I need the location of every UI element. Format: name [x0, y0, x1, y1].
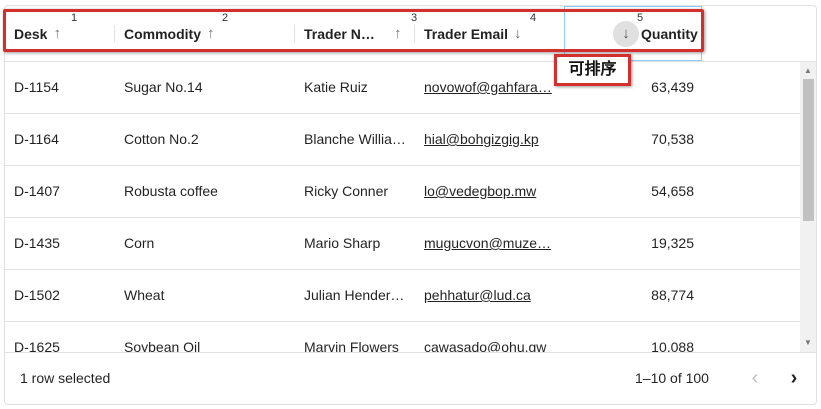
cell-desk: D-1435 — [14, 235, 60, 251]
sort-ascending-icon[interactable]: ↑ — [53, 25, 61, 42]
table-row[interactable]: D-1435 Corn Mario Sharp mugucvon@muze… 1… — [5, 218, 801, 270]
cell-quantity: 54,658 — [651, 183, 694, 199]
cell-commodity: Sugar No.14 — [124, 79, 203, 95]
column-title-trader-name: Trader Na… — [304, 25, 378, 42]
pagination-range: 1–10 of 100 — [635, 370, 709, 386]
column-index-desk: 1 — [71, 12, 78, 24]
cell-desk: D-1164 — [14, 131, 59, 147]
cell-trader-email[interactable]: lo@vedegbop.mw — [424, 166, 554, 217]
table-row[interactable]: D-1502 Wheat Julian Hender… pehhatur@lud… — [5, 270, 801, 322]
column-separator[interactable] — [414, 25, 415, 42]
scroll-down-icon[interactable]: ▼ — [800, 336, 816, 350]
column-title-desk: Desk — [14, 25, 48, 42]
cell-quantity: 70,538 — [651, 131, 694, 147]
column-header-trader-name[interactable]: Trader Na… ↑ 3 — [304, 6, 417, 61]
cell-trader-email[interactable]: mugucvon@muze… — [424, 218, 554, 269]
cell-quantity: 19,325 — [651, 235, 694, 251]
cell-commodity: Corn — [124, 235, 155, 251]
sortable-tooltip: 可排序 — [554, 54, 631, 86]
column-separator[interactable] — [114, 25, 115, 42]
scroll-up-icon[interactable]: ▲ — [800, 64, 816, 78]
column-header-quantity[interactable]: ↓ Quantity 5 — [613, 6, 699, 61]
cell-trader-email[interactable]: cawasado@ohu.gw — [424, 322, 554, 352]
cell-commodity: Wheat — [124, 287, 165, 303]
table-row[interactable]: D-1164 Cotton No.2 Blanche Willia… hial@… — [5, 114, 801, 166]
cell-trader-name: Mario Sharp — [304, 235, 381, 251]
column-title-trader-email: Trader Email — [424, 25, 509, 42]
sort-ascending-icon[interactable]: ↑ — [394, 25, 402, 42]
cell-trader-name: Julian Hender… — [304, 287, 405, 303]
cell-desk: D-1502 — [14, 287, 60, 303]
grid-body: D-1154 Sugar No.14 Katie Ruiz novowof@ga… — [5, 62, 801, 352]
cell-trader-name: Blanche Willia… — [304, 131, 406, 147]
cell-trader-name: Marvin Flowers — [304, 339, 399, 352]
data-grid: Desk ↑ 1 Commodity ↑ 2 Trader Na… ↑ 3 Tr… — [4, 5, 817, 405]
cell-trader-email[interactable]: novowof@gahfara… — [424, 62, 554, 113]
cell-trader-email[interactable]: hial@bohgizgig.kp — [424, 114, 554, 165]
table-row[interactable]: D-1154 Sugar No.14 Katie Ruiz novowof@ga… — [5, 62, 801, 114]
column-header-desk[interactable]: Desk ↑ 1 — [14, 6, 114, 61]
grid-footer: 1 row selected 1–10 of 100 ‹ › — [5, 352, 816, 404]
column-separator[interactable] — [294, 25, 295, 42]
column-index-trader-name: 3 — [411, 12, 418, 24]
table-row[interactable]: D-1407 Robusta coffee Ricky Conner lo@ve… — [5, 166, 801, 218]
sort-descending-icon[interactable]: ↓ — [613, 20, 639, 47]
grid-header: Desk ↑ 1 Commodity ↑ 2 Trader Na… ↑ 3 Tr… — [5, 6, 816, 62]
cell-trader-name: Ricky Conner — [304, 183, 389, 199]
sort-ascending-icon[interactable]: ↑ — [207, 25, 215, 42]
table-row[interactable]: D-1625 Soybean Oil Marvin Flowers cawasa… — [5, 322, 801, 352]
scrollbar-thumb[interactable] — [803, 79, 814, 221]
cell-desk: D-1625 — [14, 339, 60, 352]
cell-commodity: Cotton No.2 — [124, 131, 199, 147]
column-title-quantity: Quantity — [641, 25, 698, 42]
column-title-commodity: Commodity — [124, 25, 201, 42]
cell-desk: D-1407 — [14, 183, 60, 199]
column-index-trader-email: 4 — [530, 12, 537, 24]
cell-quantity: 10,088 — [651, 339, 694, 352]
cell-commodity: Soybean Oil — [124, 339, 201, 352]
column-index-quantity: 5 — [637, 12, 644, 24]
sort-descending-icon[interactable]: ↓ — [514, 25, 522, 42]
cell-quantity: 88,774 — [651, 287, 694, 303]
cell-commodity: Robusta coffee — [124, 183, 218, 199]
cell-trader-email[interactable]: pehhatur@lud.ca — [424, 270, 554, 321]
column-header-trader-email[interactable]: Trader Email ↓ 4 — [424, 6, 554, 61]
previous-page-icon[interactable]: ‹ — [743, 366, 767, 390]
selected-row-count: 1 row selected — [20, 370, 111, 386]
cell-desk: D-1154 — [14, 79, 59, 95]
next-page-icon[interactable]: › — [782, 366, 806, 390]
column-header-commodity[interactable]: Commodity ↑ 2 — [124, 6, 294, 61]
cell-trader-name: Katie Ruiz — [304, 79, 368, 95]
column-index-commodity: 2 — [222, 12, 229, 24]
vertical-scrollbar[interactable]: ▲ ▼ — [800, 62, 816, 352]
